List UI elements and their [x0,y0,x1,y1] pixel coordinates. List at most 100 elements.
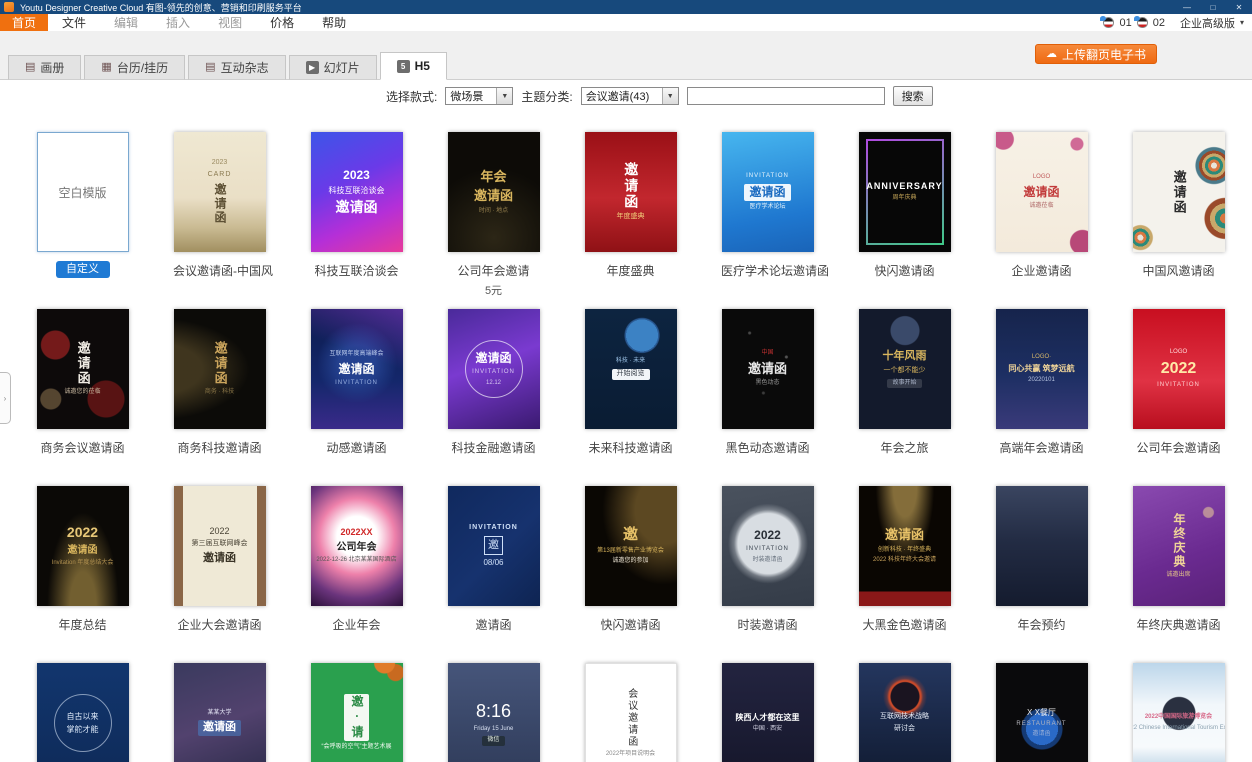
template-card[interactable]: 互联网技术战略研讨会 [858,663,951,762]
maximize-icon[interactable]: □ [1200,0,1226,14]
template-card[interactable]: INVITATION邀08/06邀请函 [447,486,540,663]
template-card[interactable]: 科技 · 未来开始阅览未来科技邀请函 [584,309,677,486]
template-card[interactable]: X X餐厅RESTAURANT邀请函 [995,663,1088,762]
template-thumbnail[interactable]: 十年风雨一个都不能少故事开始 [859,309,951,429]
tab-互动杂志[interactable]: ▤互动杂志 [188,55,285,80]
plan-version-dropdown[interactable]: 企业高级版 [1180,15,1235,31]
thumbnail-text-line: LOGO [1170,349,1187,357]
template-thumbnail[interactable]: 陕西人才都在这里中国 · 西安 [722,663,814,762]
minimize-icon[interactable]: — [1174,0,1200,14]
template-card[interactable]: 2022第三届互联网峰会邀请函企业大会邀请函 [173,486,266,663]
template-card[interactable]: LOGO·同心共赢 筑梦远航20220101高端年会邀请函 [995,309,1088,486]
template-card[interactable]: 2023科技互联洽谈会邀请函科技互联洽谈会 [310,132,403,309]
template-card[interactable]: 邀 · 请“会呼吸的空气”主题艺术展 [310,663,403,762]
template-card[interactable]: 邀请函创新科技 · 年终盛典2022 科技年终大会邀请大黑金色邀请函 [858,486,951,663]
template-card[interactable]: 邀请函中国风邀请函 [1132,132,1225,309]
template-thumbnail[interactable]: 自古以来掌舵才能 [37,663,129,762]
template-thumbnail[interactable]: 年会邀请函时间 · 地点 [448,132,540,252]
template-card[interactable]: 2022中国国际旅游博览会2022 Chinese International … [1132,663,1225,762]
template-card[interactable]: LOGO2022INVITATION公司年会邀请函 [1132,309,1225,486]
template-card[interactable]: 邀请函商务 · 科技商务科技邀请函 [173,309,266,486]
template-card[interactable]: 2022INVITATION时装邀请函时装邀请函 [721,486,814,663]
template-thumbnail[interactable]: 邀第13届新零售产业博览会诚邀您的参加 [585,486,677,606]
template-thumbnail[interactable]: 科技 · 未来开始阅览 [585,309,677,429]
template-thumbnail[interactable]: INVITATION邀请函医疗学术论坛 [722,132,814,252]
template-thumbnail[interactable]: 邀请函创新科技 · 年终盛典2022 科技年终大会邀请 [859,486,951,606]
thumbnail-text-line: ANNIVERSARY [866,181,942,192]
template-card[interactable]: 2022XX公司年会2022-12-26 北京某某国际酒店企业年会 [310,486,403,663]
template-thumbnail[interactable]: 年终庆典诚邀出席 [1133,486,1225,606]
template-thumbnail[interactable]: 邀请函INVITATION12.12 [448,309,540,429]
template-thumbnail[interactable]: INVITATION邀08/06 [448,486,540,606]
menu-item-插入[interactable]: 插入 [152,14,204,31]
thumbnail-text-line: 2022XX [340,527,372,538]
template-card[interactable]: 8:16Friday 15 June微信 [447,663,540,762]
search-input[interactable] [687,87,885,105]
menu-item-帮助[interactable]: 帮助 [308,14,360,31]
template-thumbnail[interactable]: 2023CARD邀请函 [174,132,266,252]
template-thumbnail[interactable]: LOGO邀请函诚邀莅临 [996,132,1088,252]
template-card[interactable]: 二零二二年 农历闰年一年中的第三百五十六天年会预约 [995,486,1088,663]
template-thumbnail[interactable]: 2023科技互联洽谈会邀请函 [311,132,403,252]
template-card[interactable]: 某某大学邀请函 [173,663,266,762]
template-thumbnail[interactable]: 会议邀请函2022年项目说明会 [585,663,677,762]
template-card[interactable]: LOGO邀请函诚邀莅临企业邀请函 [995,132,1088,309]
template-thumbnail[interactable]: 邀请函年度盛典 [585,132,677,252]
chevron-down-icon[interactable]: ▼ [662,88,678,104]
menu-item-文件[interactable]: 文件 [48,14,100,31]
template-card[interactable]: 陕西人才都在这里中国 · 西安 [721,663,814,762]
sidebar-collapse-toggle[interactable]: › [0,372,11,424]
template-card[interactable]: 2023CARD邀请函会议邀请函-中国风 [173,132,266,309]
upload-ebook-button[interactable]: ☁ 上传翻页电子书 [1035,44,1157,64]
template-card[interactable]: 会议邀请函2022年项目说明会 [584,663,677,762]
category-select[interactable]: 会议邀请(43) ▼ [581,87,679,105]
tab-幻灯片[interactable]: ▶幻灯片 [289,55,377,80]
template-thumbnail[interactable]: 互联网技术战略研讨会 [859,663,951,762]
template-thumbnail[interactable]: 邀请函诚邀您的莅临 [37,309,129,429]
template-thumbnail[interactable]: 8:16Friday 15 June微信 [448,663,540,762]
search-button[interactable]: 搜索 [893,86,933,106]
template-thumbnail[interactable]: LOGO2022INVITATION [1133,309,1225,429]
template-thumbnail[interactable]: LOGO·同心共赢 筑梦远航20220101 [996,309,1088,429]
template-thumbnail[interactable]: 邀请函商务 · 科技 [174,309,266,429]
template-thumbnail[interactable]: 2022邀请函Invitation 年度总结大会 [37,486,129,606]
template-thumbnail[interactable]: 邀请函 [1133,132,1225,252]
menu-item-价格[interactable]: 价格 [256,14,308,31]
template-thumbnail[interactable]: X X餐厅RESTAURANT邀请函 [996,663,1088,762]
template-card[interactable]: 2022邀请函Invitation 年度总结大会年度总结 [36,486,129,663]
template-thumbnail[interactable]: 互联网年度高端峰会邀请函INVITATION [311,309,403,429]
template-card[interactable]: 互联网年度高端峰会邀请函INVITATION动感邀请函 [310,309,403,486]
template-thumbnail[interactable]: 二零二二年 农历闰年一年中的第三百五十六天 [996,486,1088,606]
template-thumbnail[interactable]: 某某大学邀请函 [174,663,266,762]
template-card[interactable]: 十年风雨一个都不能少故事开始年会之旅 [858,309,951,486]
template-thumbnail[interactable]: 2022INVITATION时装邀请函 [722,486,814,606]
template-card[interactable]: 自古以来掌舵才能 [36,663,129,762]
template-card[interactable]: 邀请函诚邀您的莅临商务会议邀请函 [36,309,129,486]
template-thumbnail[interactable]: 中国邀请函黑色动态 [722,309,814,429]
template-card[interactable]: 邀第13届新零售产业博览会诚邀您的参加快闪邀请函 [584,486,677,663]
template-card[interactable]: 年终庆典诚邀出席年终庆典邀请函 [1132,486,1225,663]
template-card[interactable]: 年会邀请函时间 · 地点公司年会邀请5元 [447,132,540,309]
menu-item-视图[interactable]: 视图 [204,14,256,31]
customize-button[interactable]: 自定义 [56,261,110,278]
template-thumbnail[interactable]: 2022XX公司年会2022-12-26 北京某某国际酒店 [311,486,403,606]
chevron-down-icon[interactable]: ▼ [496,88,512,104]
menu-item-编辑[interactable]: 编辑 [100,14,152,31]
template-thumbnail[interactable]: 2022第三届互联网峰会邀请函 [174,486,266,606]
template-thumbnail[interactable]: 2022中国国际旅游博览会2022 Chinese International … [1133,663,1225,762]
template-thumbnail[interactable]: ANNIVERSARY周年庆典 [859,132,951,252]
tab-台历/挂历[interactable]: ▦台历/挂历 [84,55,185,80]
template-card[interactable]: ANNIVERSARY周年庆典快闪邀请函 [858,132,951,309]
template-card[interactable]: 中国邀请函黑色动态黑色动态邀请函 [721,309,814,486]
template-card[interactable]: 邀请函年度盛典年度盛典 [584,132,677,309]
template-thumbnail[interactable]: 空白模版 [37,132,129,252]
template-card[interactable]: 邀请函INVITATION12.12科技金融邀请函 [447,309,540,486]
menu-item-首页[interactable]: 首页 [0,14,48,31]
template-thumbnail[interactable]: 邀 · 请“会呼吸的空气”主题艺术展 [311,663,403,762]
tab-H5[interactable]: 5H5 [380,52,447,80]
style-select[interactable]: 微场景 ▼ [445,87,513,105]
template-card[interactable]: INVITATION邀请函医疗学术论坛医疗学术论坛邀请函 [721,132,814,309]
tab-画册[interactable]: ▤画册 [8,55,81,80]
template-card[interactable]: 空白模版自定义 [36,132,129,309]
close-icon[interactable]: ✕ [1226,0,1252,14]
